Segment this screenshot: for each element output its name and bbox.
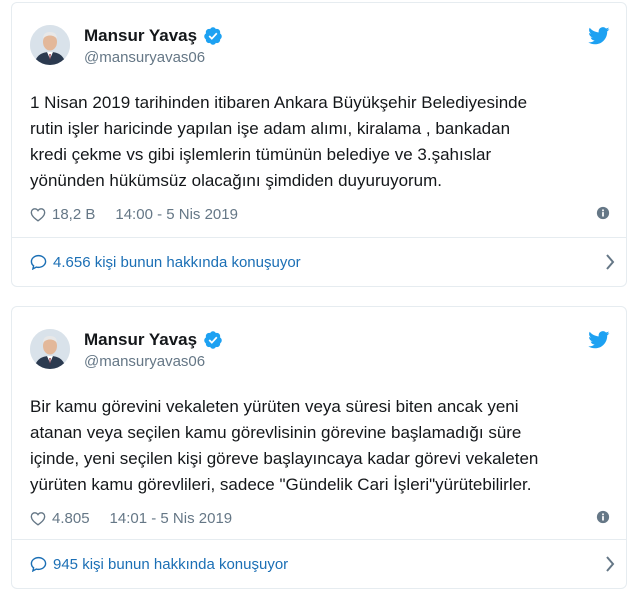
chevron-right-icon[interactable]: [605, 254, 615, 270]
twitter-bird-icon[interactable]: [588, 331, 610, 349]
tweet-text-line: kredi çekme vs gibi işlemlerin tümünün b…: [30, 145, 492, 164]
divider: [12, 237, 626, 238]
conversation-text[interactable]: 945 kişi bunun hakkında konuşuyor: [53, 556, 288, 573]
tweet-text-line: Bir kamu görevini vekaleten yürüten veya…: [30, 397, 519, 416]
verified-badge-icon: [204, 27, 222, 45]
tweet-text: Bir kamu görevini vekaleten yürüten veya…: [30, 394, 615, 498]
avatar[interactable]: [30, 25, 70, 65]
tweet-text-line: 1 Nisan 2019 tarihinden itibaren Ankara …: [30, 93, 528, 112]
verified-badge-icon: [204, 331, 222, 349]
chevron-right-icon[interactable]: [605, 556, 615, 572]
divider: [12, 539, 626, 540]
conversation-text[interactable]: 4.656 kişi bunun hakkında konuşuyor: [53, 254, 301, 271]
avatar[interactable]: [30, 329, 70, 369]
author-name[interactable]: Mansur Yavaş: [84, 26, 197, 46]
tweet-meta: 4.805 14:01 - 5 Nis 2019: [30, 507, 610, 529]
conversation-link[interactable]: 4.656 kişi bunun hakkında konuşuyor: [30, 250, 615, 274]
speech-bubble-icon: [30, 254, 47, 270]
tweet-card[interactable]: Mansur Yavaş @mansuryavas06 Bir kamu gör…: [11, 306, 627, 589]
author-name[interactable]: Mansur Yavaş: [84, 330, 197, 350]
conversation-link[interactable]: 945 kişi bunun hakkında konuşuyor: [30, 552, 615, 576]
timestamp[interactable]: 14:00 - 5 Nis 2019: [115, 206, 238, 223]
heart-icon[interactable]: [30, 511, 46, 526]
tweet-text-line: içinde, yeni seçilen kişi göreve başlayı…: [30, 449, 539, 468]
heart-icon[interactable]: [30, 207, 46, 222]
tweet-header: Mansur Yavaş @mansuryavas06: [30, 325, 610, 373]
like-count[interactable]: 4.805: [52, 510, 90, 527]
info-icon[interactable]: [596, 510, 610, 524]
twitter-bird-icon[interactable]: [588, 27, 610, 45]
tweet-text: 1 Nisan 2019 tarihinden itibaren Ankara …: [30, 90, 615, 194]
speech-bubble-icon: [30, 556, 47, 572]
tweet-text-line: rutin işler haricinde yapılan işe adam a…: [30, 119, 511, 138]
tweet-text-line: yönünden hükümsüz olacağını şimdiden duy…: [30, 171, 443, 190]
author-handle[interactable]: @mansuryavas06: [84, 49, 205, 66]
tweet-card[interactable]: Mansur Yavaş @mansuryavas06 1 Nisan 2019…: [11, 2, 627, 287]
tweet-text-line: atanan veya seçilen kamu görevlisinin gö…: [30, 423, 522, 442]
tweet-header: Mansur Yavaş @mansuryavas06: [30, 21, 610, 69]
info-icon[interactable]: [596, 206, 610, 220]
timestamp[interactable]: 14:01 - 5 Nis 2019: [110, 510, 233, 527]
author-handle[interactable]: @mansuryavas06: [84, 353, 205, 370]
tweet-meta: 18,2 B 14:00 - 5 Nis 2019: [30, 203, 610, 225]
like-count[interactable]: 18,2 B: [52, 206, 95, 223]
tweet-text-line: yürüten kamu görevlileri, sadece "Gündel…: [30, 475, 532, 494]
